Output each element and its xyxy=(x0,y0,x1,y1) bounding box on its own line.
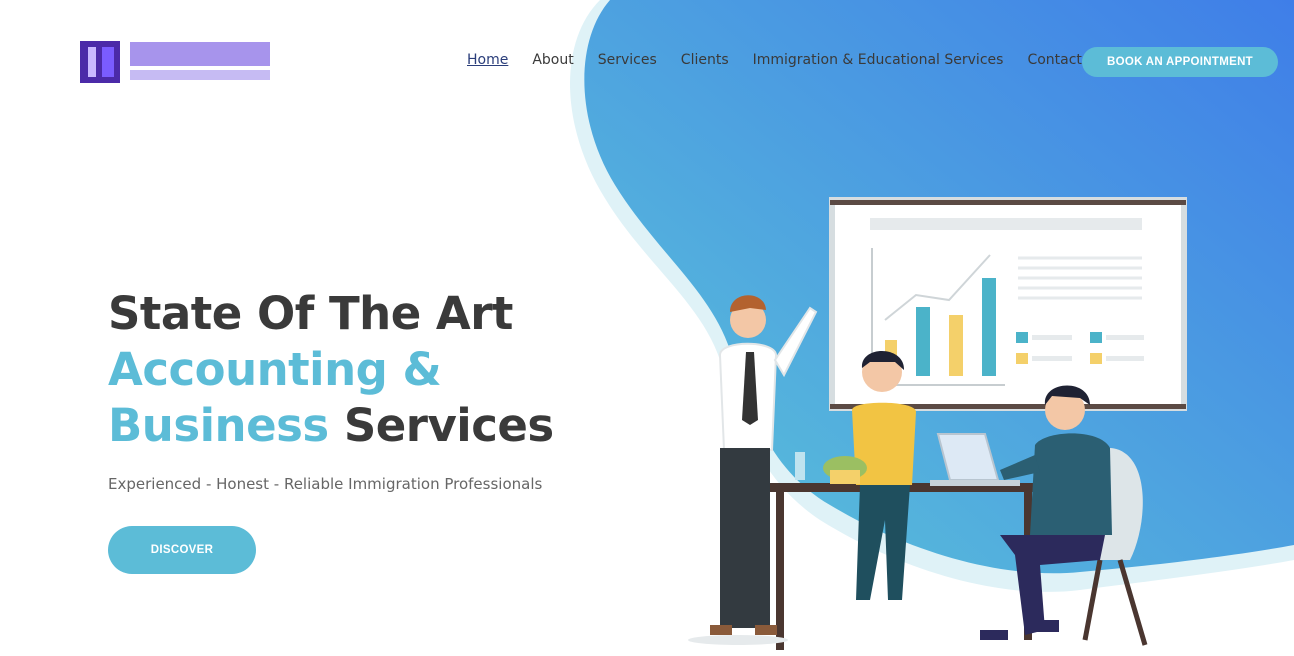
nav-home[interactable]: Home xyxy=(467,52,508,68)
book-appointment-button[interactable]: BOOK AN APPOINTMENT xyxy=(1082,47,1278,77)
office-meeting-illustration xyxy=(688,197,1187,650)
nav-immigration-educational[interactable]: Immigration & Educational Services xyxy=(753,52,1004,68)
hero-subtitle: Experienced - Honest - Reliable Immigrat… xyxy=(108,475,543,493)
nav-clients[interactable]: Clients xyxy=(681,52,729,68)
nav-about[interactable]: About xyxy=(532,52,573,68)
hero-title: State Of The Art Accounting & Business S… xyxy=(108,286,554,454)
nav-contact[interactable]: Contact xyxy=(1027,52,1081,68)
hero-heading-block: State Of The Art Accounting & Business S… xyxy=(108,286,554,454)
hero-title-line1: State Of The Art xyxy=(108,287,513,340)
company-logo[interactable] xyxy=(80,38,280,86)
hero-title-line3-rest: Services xyxy=(328,399,554,452)
nav-services[interactable]: Services xyxy=(598,52,657,68)
hero-title-line3-accent: Business xyxy=(108,399,329,452)
hero-title-line2: Accounting & xyxy=(108,343,442,396)
main-navigation: Home About Services Clients Immigration … xyxy=(467,52,1106,68)
logo-icon xyxy=(80,41,270,83)
discover-button[interactable]: DISCOVER xyxy=(108,526,256,574)
